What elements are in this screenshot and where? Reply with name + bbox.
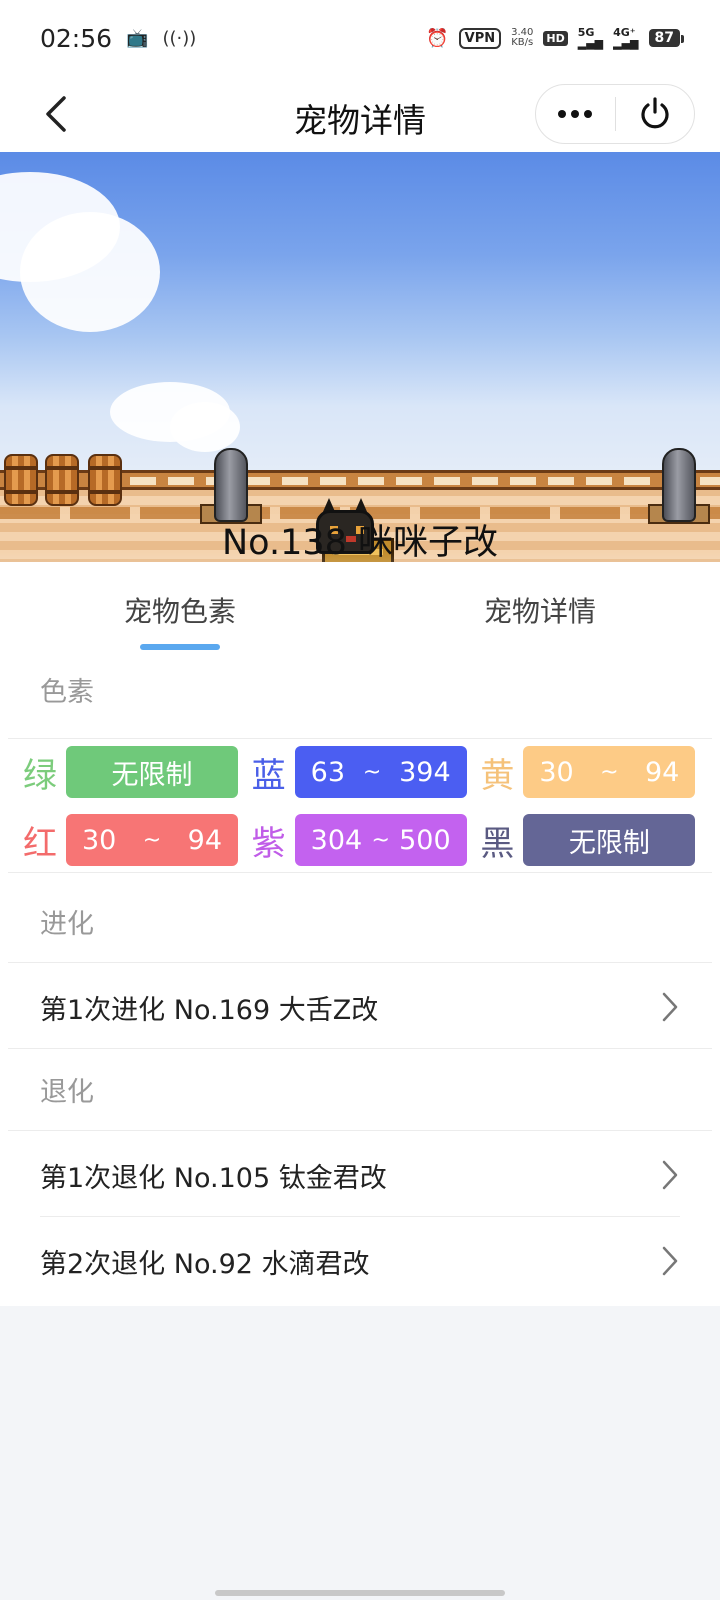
section-title-evolution: 进化: [40, 909, 94, 940]
divider: [40, 1216, 680, 1217]
evolution-item-text: 第1次进化 No.169 大舌Z改: [40, 994, 379, 1026]
pigment-label: 紫: [251, 823, 286, 864]
tab-label: 宠物详情: [483, 595, 596, 628]
status-right: ⏰ VPN 3.40 KB/s HD 5G ▂▄▆ 4G⁺ ▂▄▆ 87: [426, 26, 685, 50]
pigment-tilde: ~: [362, 759, 382, 785]
barrel-icon: [4, 454, 38, 506]
pigment-min: 63: [310, 756, 346, 788]
hotspot-icon: ((·)): [162, 27, 197, 49]
pigment-blue: 蓝 63 ~ 394: [247, 746, 476, 798]
divider: [8, 1048, 712, 1049]
miniapp-capsule: [535, 84, 695, 144]
more-button[interactable]: [536, 84, 615, 144]
network-speed-unit: KB/s: [511, 37, 534, 48]
barrel-icon: [45, 454, 79, 506]
pigment-green: 绿 无限制: [18, 746, 247, 798]
pigment-range: 63 ~ 394: [294, 746, 467, 798]
pigment-red: 红 30 ~ 94: [18, 814, 247, 866]
signal-5g-icon: 5G ▂▄▆: [577, 26, 604, 50]
alarm-icon: ⏰: [426, 27, 449, 49]
content-panel: 色素 绿 无限制 蓝 63 ~ 394 黄 30 ~ 94 红 30 ~ 94 …: [0, 658, 720, 1306]
tab-active-indicator: [140, 644, 220, 650]
pigment-value-text: 无限制: [111, 759, 193, 791]
chevron-right-icon: [662, 1160, 678, 1190]
divider: [8, 872, 712, 873]
status-left: 02:56 📺 ((·)): [40, 24, 196, 53]
pigment-max: 94: [644, 756, 680, 788]
pigment-label: 黑: [480, 823, 515, 864]
chevron-right-icon: [662, 1246, 678, 1276]
pigment-row: 红 30 ~ 94 紫 304 ~ 500 黑 无限制: [18, 814, 704, 866]
pigment-value-text: 无限制: [568, 827, 650, 859]
pigment-label: 红: [23, 823, 57, 864]
pigment-label: 蓝: [251, 755, 286, 796]
tab-label: 宠物色素: [123, 595, 236, 628]
pigment-max: 500: [399, 824, 451, 856]
pigment-range: 30 ~ 94: [523, 746, 696, 798]
signal-4g-icon: 4G⁺ ▂▄▆: [613, 26, 639, 50]
pigment-range: 304 ~ 500: [294, 814, 467, 866]
pigment-tilde: ~: [600, 759, 619, 785]
home-indicator[interactable]: [215, 1590, 505, 1596]
bilibili-icon: 📺: [126, 27, 149, 49]
cannon-icon: [214, 448, 248, 522]
pigment-min: 304: [310, 824, 363, 856]
tab-bar: 宠物色素 宠物详情: [0, 562, 720, 658]
pigment-range: 30 ~ 94: [66, 814, 238, 866]
network-speed: 3.40 KB/s: [511, 28, 533, 48]
section-title-devolution: 退化: [40, 1077, 94, 1108]
pigment-purple: 紫 304 ~ 500: [247, 814, 476, 866]
divider: [8, 738, 712, 739]
divider: [8, 1130, 712, 1131]
pigment-value: 无限制: [66, 746, 238, 798]
power-icon: [641, 97, 669, 129]
battery-indicator: 87: [648, 29, 685, 47]
barrel-icon: [88, 454, 122, 506]
pigment-value: 无限制: [523, 814, 696, 866]
tab-pet-details[interactable]: 宠物详情: [360, 562, 720, 658]
nav-bar: 宠物详情: [0, 76, 720, 152]
evolution-item[interactable]: 第1次进化 No.169 大舌Z改: [0, 964, 720, 1050]
pigment-label: 黄: [480, 755, 515, 796]
pigment-max: 94: [187, 824, 222, 856]
pigment-label: 绿: [23, 755, 57, 796]
more-icon: [558, 110, 593, 118]
pigment-tilde: ~: [142, 827, 162, 853]
pet-banner: No.138 咪咪子改: [0, 152, 720, 562]
devolution-item-text: 第1次退化 No.105 钛金君改: [40, 1162, 387, 1194]
cannon-icon: [662, 448, 696, 522]
pigment-tilde: ~: [371, 827, 390, 853]
devolution-item[interactable]: 第2次退化 No.92 水滴君改: [0, 1218, 720, 1304]
tab-pet-pigment[interactable]: 宠物色素: [0, 562, 360, 658]
chevron-right-icon: [662, 992, 678, 1022]
close-miniapp-button[interactable]: [616, 84, 695, 144]
pigment-min: 30: [539, 756, 574, 788]
vpn-badge: VPN: [458, 27, 502, 49]
divider: [8, 962, 712, 963]
devolution-item[interactable]: 第1次退化 No.105 钛金君改: [0, 1132, 720, 1218]
pigment-black: 黑 无限制: [475, 814, 704, 866]
pet-name: No.138 咪咪子改: [221, 523, 499, 562]
section-title-pigment: 色素: [40, 677, 94, 708]
pigment-max: 394: [399, 756, 451, 788]
cloud-decoration: [20, 212, 160, 332]
pigment-min: 30: [82, 824, 117, 856]
cloud-decoration: [170, 402, 240, 452]
pigment-row: 绿 无限制 蓝 63 ~ 394 黄 30 ~ 94: [18, 746, 704, 798]
hd-badge: HD: [543, 30, 568, 46]
status-bar: 02:56 📺 ((·)) ⏰ VPN 3.40 KB/s HD 5G ▂▄▆ 4…: [0, 0, 720, 76]
devolution-item-text: 第2次退化 No.92 水滴君改: [40, 1248, 370, 1280]
signal-5g-label: 5G: [577, 26, 595, 39]
pigment-yellow: 黄 30 ~ 94: [475, 746, 704, 798]
status-time: 02:56: [40, 23, 113, 53]
signal-4g-label: 4G⁺: [613, 26, 636, 39]
